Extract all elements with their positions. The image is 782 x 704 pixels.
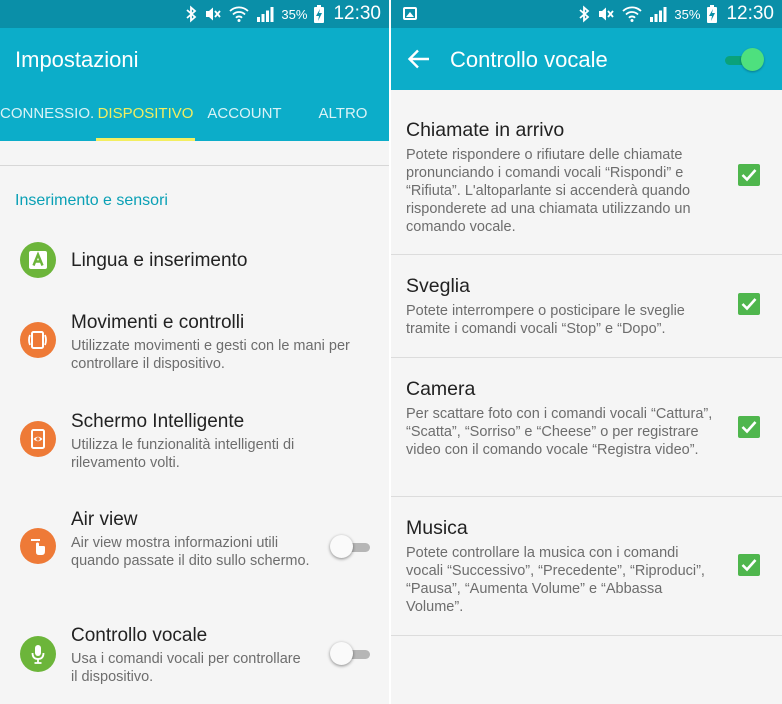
bluetooth-icon [579,5,590,23]
musica-checkbox[interactable] [738,554,760,576]
tab-altro[interactable]: ALTRO [297,97,389,141]
language-icon [20,242,56,278]
motion-icon [20,322,56,358]
battery-percent: 35% [674,6,701,22]
signal-icon [650,7,667,22]
option-title: Sveglia [406,275,470,297]
smart-screen-icon [20,421,56,457]
page-title: Controllo vocale [450,47,608,72]
option-description: Potete controllare la musica con i coman… [406,545,705,615]
item-description: Air view mostra informazioni utili quand… [71,535,310,569]
option-description: Potete interrompere o posticipare le sve… [406,303,685,337]
air-view-toggle[interactable] [330,534,372,560]
wifi-icon [229,6,250,22]
item-title: Movimenti e controlli [71,312,245,333]
status-icons: 35% 12:30 [185,0,381,28]
item-description: Usa i comandi vocali per controllare il … [71,651,301,685]
wifi-icon [622,6,643,22]
battery-charging-icon [707,5,718,23]
checkmark-icon [741,298,757,311]
option-description: Potete rispondere o rifiutare delle chia… [406,147,691,235]
option-description: Per scattare foto con i comandi vocali “… [406,406,713,458]
status-bar: 35% 12:30 [391,0,782,28]
chiamate-checkbox[interactable] [738,164,760,186]
option-title: Chiamate in arrivo [406,119,565,141]
settings-item-air-view[interactable]: Air view Air view mostra informazioni ut… [0,502,389,592]
settings-item-controllo-vocale[interactable]: Controllo vocale Usa i comandi vocali pe… [0,619,389,689]
status-bar: 35% 12:30 [0,0,389,28]
item-title: Controllo vocale [71,625,208,646]
settings-item-lingua[interactable]: Lingua e inserimento [0,236,389,288]
item-description: Utilizzate movimenti e gesti con le mani… [71,338,350,372]
camera-checkbox[interactable] [738,416,760,438]
voice-option-camera[interactable]: Camera Per scattare foto con i comandi v… [391,358,782,496]
tab-dispositivo[interactable]: DISPOSITIVO [96,97,195,141]
battery-charging-icon [314,5,325,23]
settings-item-schermo[interactable]: Schermo Intelligente Utilizza le funzion… [0,404,389,474]
divider [391,635,782,636]
mute-icon [599,7,615,21]
mute-icon [206,7,222,21]
gallery-notification-icon [403,7,417,20]
checkmark-icon [741,421,757,434]
app-bar: Impostazioni CONNESSIO.. DISPOSITIVO ACC… [0,28,389,141]
settings-screen: 35% 12:30 Impostazioni CONNESSIO.. DISPO… [0,0,389,704]
settings-item-movimenti[interactable]: Movimenti e controlli Utilizzate movimen… [0,306,389,376]
app-bar: Controllo vocale [391,28,782,90]
page-title: Impostazioni [15,47,139,72]
option-title: Musica [406,517,468,539]
clock: 12:30 [333,3,381,24]
active-tab-indicator [96,138,195,141]
tab-connessioni[interactable]: CONNESSIO.. [0,97,94,141]
section-header: Inserimento e sensori [15,192,168,209]
voice-control-toggle[interactable] [330,641,372,667]
status-icons: 35% 12:30 [578,0,774,28]
voice-control-screen: 35% 12:30 Controllo vocale Chiamate in a… [391,0,782,704]
option-title: Camera [406,378,476,400]
microphone-icon [20,636,56,672]
tab-account[interactable]: ACCOUNT [198,97,291,141]
item-title: Schermo Intelligente [71,411,245,432]
bluetooth-icon [186,5,197,23]
checkmark-icon [741,559,757,572]
clock: 12:30 [726,3,774,24]
hand-icon [20,528,56,564]
signal-icon [257,7,274,22]
voice-control-master-toggle[interactable] [725,47,765,73]
sveglia-checkbox[interactable] [738,293,760,315]
voice-option-sveglia[interactable]: Sveglia Potete interrompere o posticipar… [391,255,782,357]
item-title: Lingua e inserimento [71,250,248,271]
battery-percent: 35% [281,6,308,22]
back-arrow-icon[interactable] [407,48,431,70]
voice-option-musica[interactable]: Musica Potete controllare la musica con … [391,497,782,635]
item-title: Air view [71,509,138,530]
checkmark-icon [741,169,757,182]
item-description: Utilizza le funzionalità intelligenti di… [71,437,295,471]
divider [0,165,389,166]
voice-option-chiamate[interactable]: Chiamate in arrivo Potete rispondere o r… [391,90,782,254]
settings-tabs: CONNESSIO.. DISPOSITIVO ACCOUNT ALTRO [0,97,389,141]
